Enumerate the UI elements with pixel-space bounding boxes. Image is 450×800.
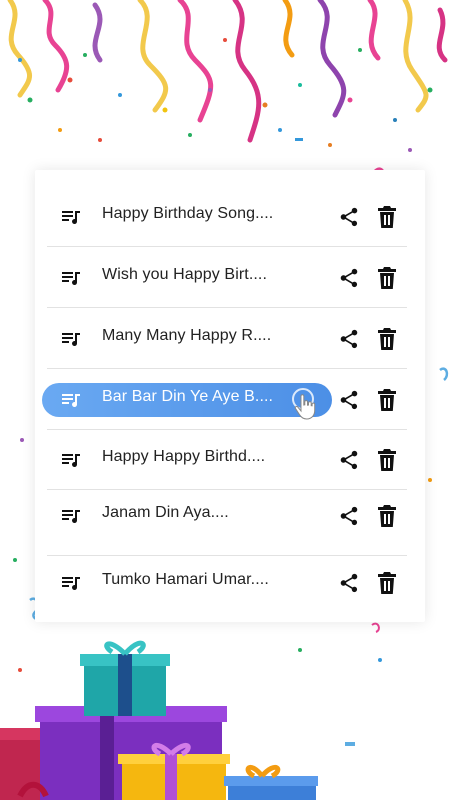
song-row-7[interactable]: Tumko Hamari Umar.... <box>35 553 425 613</box>
music-playlist-icon <box>62 211 80 224</box>
share-icon[interactable] <box>338 328 360 350</box>
song-row-3[interactable]: Many Many Happy R.... <box>35 309 425 369</box>
music-playlist-icon <box>62 272 80 285</box>
trash-icon[interactable] <box>377 205 397 229</box>
music-playlist-icon <box>62 577 80 590</box>
hand-pointer-icon <box>292 388 316 420</box>
gift-boxes-illustration <box>0 640 318 800</box>
trash-icon[interactable] <box>377 266 397 290</box>
song-title: Tumko Hamari Umar.... <box>102 571 269 588</box>
trash-icon[interactable] <box>377 571 397 595</box>
share-icon[interactable] <box>338 206 360 228</box>
music-playlist-icon <box>62 394 80 407</box>
trash-icon[interactable] <box>377 448 397 472</box>
row-divider <box>47 246 407 247</box>
share-icon[interactable] <box>338 449 360 471</box>
song-list-card: Happy Birthday Song.... Wish you Happy B… <box>35 170 425 622</box>
song-title: Happy Birthday Song.... <box>102 205 274 222</box>
song-title: Wish you Happy Birt.... <box>102 266 268 283</box>
song-row-6[interactable]: Janam Din Aya.... <box>35 486 425 556</box>
music-playlist-icon <box>62 510 80 523</box>
share-icon[interactable] <box>338 389 360 411</box>
row-divider <box>47 307 407 308</box>
trash-icon[interactable] <box>377 504 397 528</box>
song-title: Janam Din Aya.... <box>102 504 229 521</box>
share-icon[interactable] <box>338 267 360 289</box>
song-title: Many Many Happy R.... <box>102 327 272 344</box>
trash-icon[interactable] <box>377 388 397 412</box>
song-row-5[interactable]: Happy Happy Birthd.... <box>35 430 425 490</box>
music-playlist-icon <box>62 454 80 467</box>
music-playlist-icon <box>62 333 80 346</box>
song-title: Happy Happy Birthd.... <box>102 448 266 465</box>
song-title: Bar Bar Din Ye Aye B.... <box>102 388 274 405</box>
trash-icon[interactable] <box>377 327 397 351</box>
share-icon[interactable] <box>338 572 360 594</box>
song-row-4-selected[interactable]: Bar Bar Din Ye Aye B.... <box>35 370 425 430</box>
share-icon[interactable] <box>338 505 360 527</box>
song-row-1[interactable]: Happy Birthday Song.... <box>35 187 425 247</box>
song-row-2[interactable]: Wish you Happy Birt.... <box>35 248 425 308</box>
row-divider <box>47 368 407 369</box>
